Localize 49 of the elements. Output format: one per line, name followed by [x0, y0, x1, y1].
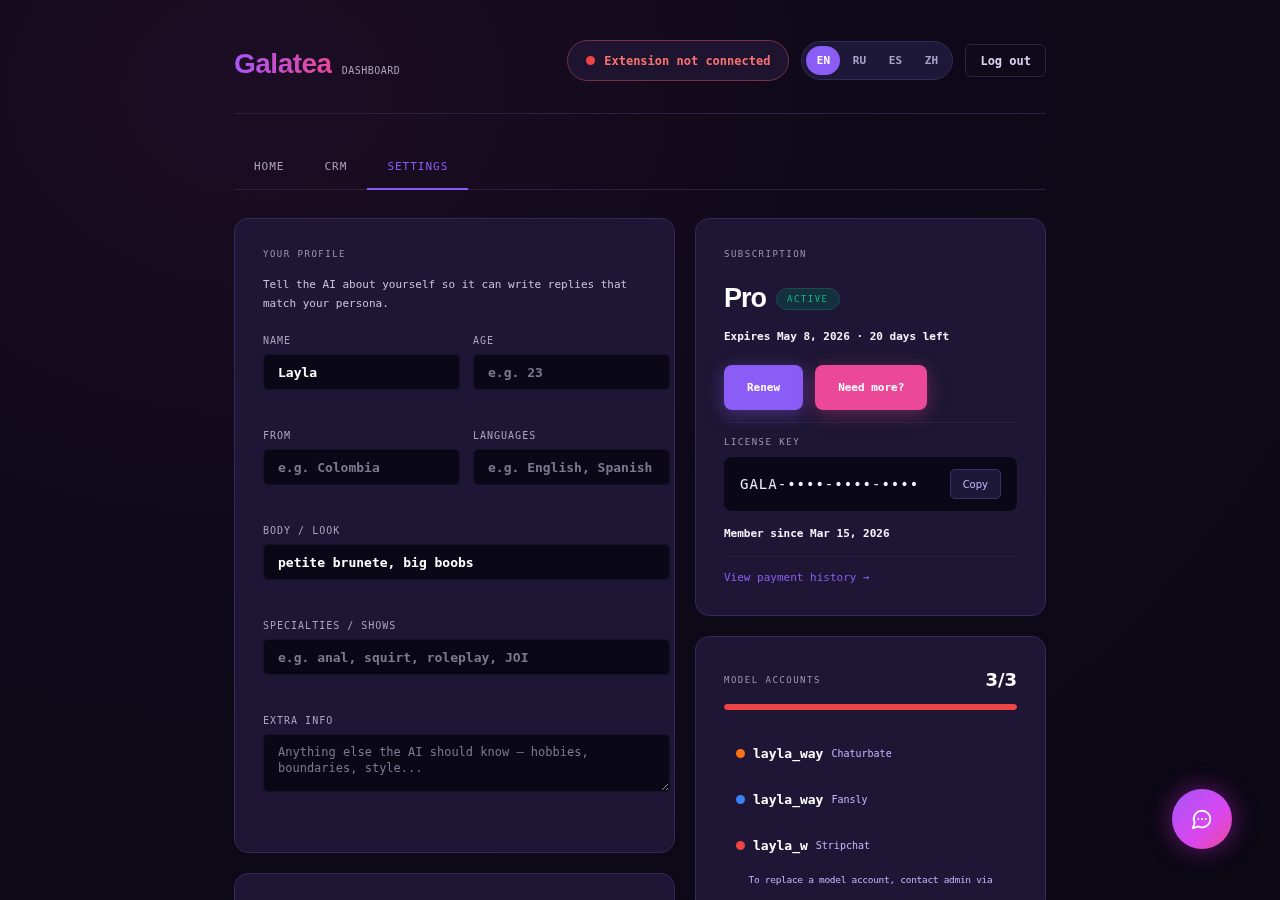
logo-subtitle: DASHBOARD	[341, 64, 401, 76]
field-label: EXTRA INFO	[263, 715, 335, 726]
upgrade-button[interactable]: Need more?	[815, 365, 928, 410]
account-username: layla_way	[753, 745, 824, 761]
input-field[interactable]: e.g. 23	[473, 354, 670, 390]
payment-history-link[interactable]: View payment history →	[724, 571, 870, 584]
status-dot	[586, 56, 596, 65]
plan-name: Pro	[724, 283, 766, 314]
account-count: 3/3	[985, 669, 1017, 690]
field-label: NAME	[263, 335, 293, 346]
input-field[interactable]: petite brunete, big boobs	[263, 544, 670, 580]
account-username: layla_w	[753, 837, 808, 853]
input-field[interactable]: e.g. English, Spanish	[473, 449, 670, 485]
language-button[interactable]: EN	[806, 46, 841, 75]
replace-note: To replace a model account, contact admin via	[747, 874, 994, 885]
section-title: LICENSE KEY	[724, 437, 802, 447]
renew-button[interactable]: Renew	[724, 365, 804, 410]
profile-description: Tell the AI about yourself so it can write replies that match your persona.	[263, 277, 629, 312]
section-title: SUBSCRIPTION	[724, 249, 809, 259]
license-key: GALA-••••-••••-••••	[740, 476, 920, 492]
expiry-text: Expires May 8, 2026 · 20 days left	[724, 330, 951, 343]
input-field[interactable]: e.g. Colombia	[263, 449, 460, 485]
logout-button[interactable]: Log out	[965, 44, 1046, 77]
status-text: Extension not connected	[604, 53, 771, 68]
nav-tab[interactable]: SETTINGS	[367, 160, 469, 190]
chat-icon	[1191, 808, 1213, 830]
language-button[interactable]: RU	[842, 46, 877, 75]
member-since: Member since Mar 15, 2026	[724, 527, 891, 540]
language-button[interactable]: ES	[878, 46, 913, 75]
account-platform: Fansly	[831, 793, 868, 805]
section-title: YOUR PROFILE	[263, 249, 348, 259]
chat-button[interactable]	[1172, 789, 1232, 849]
field-label: FROM	[263, 430, 293, 441]
account-username: layla_way	[753, 791, 824, 807]
nav-tab[interactable]: CRM	[304, 160, 368, 190]
nav-tab[interactable]: HOME	[234, 160, 305, 190]
status-badge: ACTIVE	[776, 287, 840, 310]
account-platform: Stripchat	[815, 839, 870, 851]
field-label: SPECIALTIES / SHOWS	[263, 620, 398, 631]
field-label: LANGUAGES	[473, 430, 538, 441]
account-platform: Chaturbate	[831, 747, 892, 759]
field-label: BODY / LOOK	[263, 525, 342, 536]
copy-button[interactable]: Copy	[949, 469, 1001, 499]
text-area[interactable]: Anything else the AI should know — hobbies, boundaries, style...	[263, 734, 670, 792]
input-field[interactable]: e.g. anal, squirt, roleplay, JOI	[263, 639, 670, 675]
section-title: MODEL ACCOUNTS	[724, 674, 821, 685]
input-field[interactable]: Layla	[263, 354, 460, 390]
language-button[interactable]: ZH	[914, 46, 949, 75]
field-label: AGE	[473, 335, 496, 346]
